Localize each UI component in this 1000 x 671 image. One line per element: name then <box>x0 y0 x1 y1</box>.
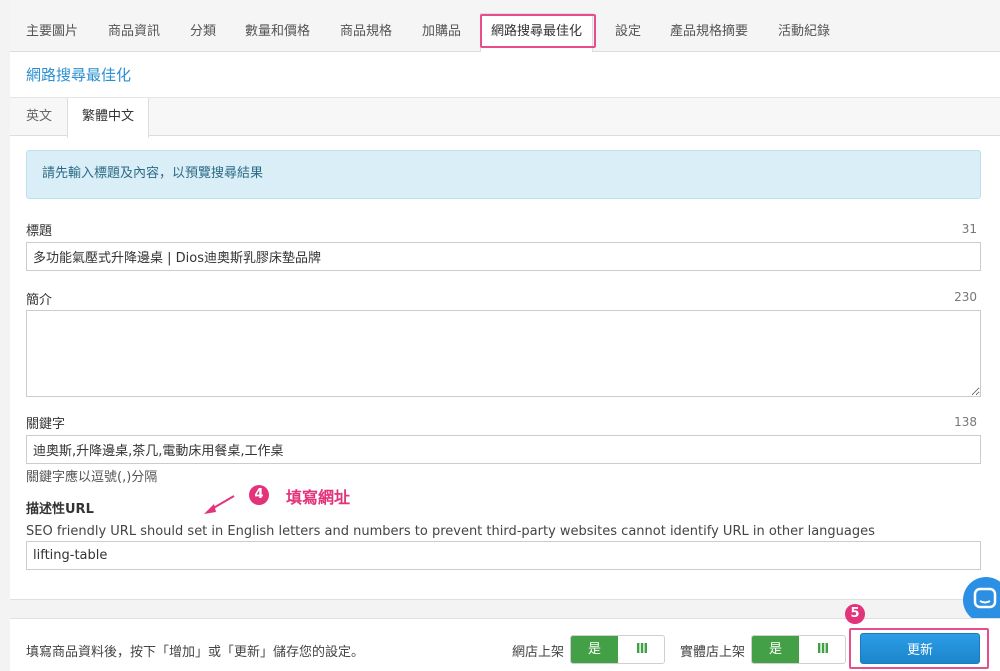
online-store-toggle[interactable]: 是 III <box>570 635 665 664</box>
url-input[interactable] <box>26 541 981 570</box>
toggle-grip-icon: III <box>635 642 649 657</box>
annotation-arrow-icon <box>204 495 235 514</box>
tab-quantity-price[interactable]: 數量和價格 <box>245 14 310 50</box>
physical-store-toggle[interactable]: 是 III <box>751 635 846 664</box>
online-store-label: 網店上架 <box>512 645 565 660</box>
description-textarea[interactable] <box>26 310 981 397</box>
keywords-help-text: 關鍵字應以逗號(,)分隔 <box>26 470 158 485</box>
highlight-update-button <box>849 628 989 669</box>
tab-activity-log[interactable]: 活動紀錄 <box>778 14 830 50</box>
keywords-char-count: 138 <box>954 415 977 429</box>
tab-add-on-items[interactable]: 加購品 <box>422 14 461 50</box>
highlight-seo-tab <box>480 14 596 48</box>
step-5-badge: 5 <box>845 604 865 624</box>
tab-lang-traditional-chinese[interactable]: 繁體中文 <box>67 98 150 138</box>
chat-widget-button[interactable] <box>963 577 1000 623</box>
tab-lang-english[interactable]: 英文 <box>26 98 52 137</box>
physical-store-label: 實體店上架 <box>680 645 746 660</box>
section-title: 網路搜尋最佳化 <box>26 66 132 84</box>
step-4-badge: 4 <box>249 485 269 505</box>
tab-main-images[interactable]: 主要圖片 <box>26 14 78 50</box>
title-input[interactable] <box>26 242 981 271</box>
annotation-fill-url: 填寫網址 <box>286 488 351 507</box>
seo-panel: 網路搜尋最佳化 英文 繁體中文 請先輸入標題及內容，以預覽搜尋結果 標題 31 … <box>10 52 1000 600</box>
description-label: 簡介 <box>26 293 53 308</box>
keywords-input[interactable] <box>26 435 981 464</box>
chat-icon <box>973 587 997 609</box>
keywords-label: 關鍵字 <box>26 417 66 432</box>
description-char-count: 230 <box>954 290 977 304</box>
tab-product-info[interactable]: 商品資訊 <box>108 14 160 50</box>
title-label: 標題 <box>26 224 53 239</box>
language-tab-bar: 英文 繁體中文 <box>10 97 1000 138</box>
online-store-toggle-on: 是 <box>571 636 618 663</box>
info-alert: 請先輸入標題及內容，以預覽搜尋結果 <box>26 150 981 199</box>
title-char-count: 31 <box>961 222 977 236</box>
tab-settings[interactable]: 設定 <box>615 14 641 50</box>
tab-product-specs[interactable]: 商品規格 <box>340 14 392 50</box>
toggle-grip-icon: III <box>816 642 830 657</box>
tab-spec-summary[interactable]: 產品規格摘要 <box>670 14 748 50</box>
url-label: 描述性URL <box>26 502 94 517</box>
url-help-text: SEO friendly URL should set in English l… <box>26 524 875 539</box>
footer-note: 填寫商品資料後，按下「增加」或「更新」儲存您的設定。 <box>26 645 365 660</box>
tab-category[interactable]: 分類 <box>190 14 216 50</box>
physical-store-toggle-on: 是 <box>752 636 799 663</box>
